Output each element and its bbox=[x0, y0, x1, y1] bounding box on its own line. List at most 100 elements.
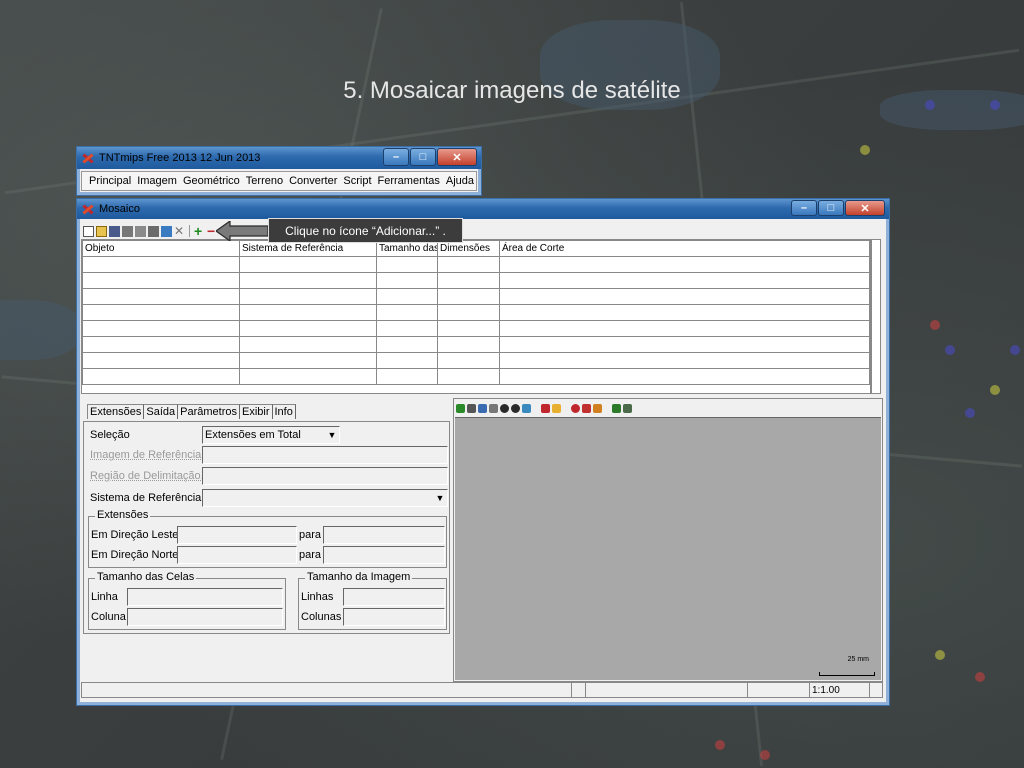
table-cell[interactable] bbox=[437, 256, 500, 273]
table-cell[interactable] bbox=[376, 272, 438, 289]
print-icon[interactable] bbox=[122, 225, 133, 237]
linha-field[interactable] bbox=[127, 588, 283, 606]
table-cell[interactable] bbox=[437, 304, 500, 321]
main-titlebar[interactable]: TNTmips Free 2013 12 Jun 2013 – □ ✕ bbox=[77, 147, 481, 169]
tab-saida[interactable]: Saída bbox=[144, 404, 179, 419]
table-cell[interactable] bbox=[82, 352, 240, 369]
table-cell[interactable] bbox=[437, 320, 500, 337]
mosaic-close-button[interactable]: ✕ bbox=[845, 200, 885, 216]
norte-from-field[interactable] bbox=[177, 546, 297, 564]
menu-ajuda[interactable]: Ajuda bbox=[443, 175, 477, 187]
zoom-out-icon[interactable] bbox=[511, 403, 520, 413]
table-row[interactable] bbox=[82, 352, 870, 369]
table-cell[interactable] bbox=[376, 288, 438, 305]
tab-info[interactable]: Info bbox=[272, 404, 296, 419]
table-cell[interactable] bbox=[376, 368, 438, 385]
col-area-corte[interactable]: Área de Corte bbox=[499, 240, 870, 257]
menu-script[interactable]: Script bbox=[340, 175, 374, 187]
table-cell[interactable] bbox=[239, 272, 377, 289]
mosaic-titlebar[interactable]: Mosaico – □ ✕ bbox=[77, 199, 889, 219]
full-view-icon[interactable] bbox=[467, 403, 476, 413]
edit-icon[interactable] bbox=[593, 403, 602, 413]
tab-exibir[interactable]: Exibir bbox=[239, 404, 273, 419]
table-row[interactable] bbox=[82, 256, 870, 273]
table-cell[interactable] bbox=[376, 320, 438, 337]
leste-from-field[interactable] bbox=[177, 526, 297, 544]
table-cell[interactable] bbox=[437, 336, 500, 353]
delete-icon[interactable]: ✕ bbox=[174, 225, 185, 237]
regiao-delimitacao-field[interactable] bbox=[202, 467, 448, 485]
save-icon[interactable] bbox=[109, 225, 120, 237]
table-cell[interactable] bbox=[499, 368, 870, 385]
menu-principal[interactable]: Principal bbox=[86, 175, 134, 187]
preview-canvas[interactable]: 25 mm bbox=[455, 417, 881, 680]
export-icon[interactable] bbox=[148, 225, 159, 237]
add-icon[interactable]: + bbox=[194, 224, 205, 238]
table-row[interactable] bbox=[82, 336, 870, 353]
table-cell[interactable] bbox=[82, 256, 240, 273]
grid-icon[interactable] bbox=[161, 225, 172, 237]
zoom-box-icon[interactable] bbox=[522, 403, 531, 413]
table-cell[interactable] bbox=[239, 256, 377, 273]
table-cell[interactable] bbox=[82, 368, 240, 385]
new-icon[interactable] bbox=[83, 225, 94, 237]
layers-icon[interactable] bbox=[135, 225, 146, 237]
table-cell[interactable] bbox=[376, 336, 438, 353]
table-cell[interactable] bbox=[499, 352, 870, 369]
stop-icon[interactable] bbox=[571, 403, 580, 413]
tab-extensoes[interactable]: Extensões bbox=[87, 404, 145, 419]
table-scrollbar[interactable] bbox=[871, 239, 881, 394]
table-cell[interactable] bbox=[499, 272, 870, 289]
mosaic-maximize-button[interactable]: □ bbox=[818, 200, 844, 216]
pan-icon[interactable] bbox=[478, 403, 487, 413]
table-cell[interactable] bbox=[437, 288, 500, 305]
table-cell[interactable] bbox=[82, 304, 240, 321]
sistema-referencia-dropdown[interactable]: ▼ bbox=[202, 489, 448, 507]
table-cell[interactable] bbox=[239, 336, 377, 353]
mosaic-minimize-button[interactable]: – bbox=[791, 200, 817, 216]
norte-to-field[interactable] bbox=[323, 546, 445, 564]
open-icon[interactable] bbox=[96, 225, 107, 237]
table-cell[interactable] bbox=[499, 288, 870, 305]
table-cell[interactable] bbox=[82, 272, 240, 289]
selecao-dropdown[interactable]: Extensões em Total ▼ bbox=[202, 426, 340, 444]
imagem-referencia-field[interactable] bbox=[202, 446, 448, 464]
table-cell[interactable] bbox=[239, 288, 377, 305]
table-row[interactable] bbox=[82, 272, 870, 289]
redraw-icon[interactable] bbox=[456, 403, 465, 413]
colunas-field[interactable] bbox=[343, 608, 445, 626]
table-cell[interactable] bbox=[82, 320, 240, 337]
menu-imagem[interactable]: Imagem bbox=[134, 175, 180, 187]
select-icon[interactable] bbox=[552, 403, 561, 413]
table-cell[interactable] bbox=[239, 304, 377, 321]
menu-geometrico[interactable]: Geométrico bbox=[180, 175, 243, 187]
close-button[interactable]: ✕ bbox=[437, 148, 477, 166]
table-cell[interactable] bbox=[499, 336, 870, 353]
linhas-field[interactable] bbox=[343, 588, 445, 606]
table-cell[interactable] bbox=[376, 256, 438, 273]
menu-ferramentas[interactable]: Ferramentas bbox=[375, 175, 443, 187]
table-cell[interactable] bbox=[239, 352, 377, 369]
table-cell[interactable] bbox=[82, 288, 240, 305]
menu-converter[interactable]: Converter bbox=[286, 175, 340, 187]
zoom-red-icon[interactable] bbox=[582, 403, 591, 413]
table-row[interactable] bbox=[82, 368, 870, 385]
table-cell[interactable] bbox=[437, 272, 500, 289]
imagem-referencia-button[interactable]: Imagem de Referência... bbox=[90, 446, 210, 464]
table-cell[interactable] bbox=[437, 368, 500, 385]
table-row[interactable] bbox=[82, 288, 870, 305]
legend-icon[interactable] bbox=[623, 403, 632, 413]
leste-to-field[interactable] bbox=[323, 526, 445, 544]
table-cell[interactable] bbox=[499, 304, 870, 321]
menu-terreno[interactable]: Terreno bbox=[243, 175, 286, 187]
table-cell[interactable] bbox=[437, 352, 500, 369]
table-cell[interactable] bbox=[499, 256, 870, 273]
table-cell[interactable] bbox=[499, 320, 870, 337]
coluna-field[interactable] bbox=[127, 608, 283, 626]
table-row[interactable] bbox=[82, 320, 870, 337]
table-cell[interactable] bbox=[82, 336, 240, 353]
zoom-in-icon[interactable] bbox=[500, 403, 509, 413]
measure-icon[interactable] bbox=[541, 403, 550, 413]
table-cell[interactable] bbox=[239, 320, 377, 337]
regiao-delimitacao-button[interactable]: Região de Delimitação... bbox=[90, 467, 210, 485]
